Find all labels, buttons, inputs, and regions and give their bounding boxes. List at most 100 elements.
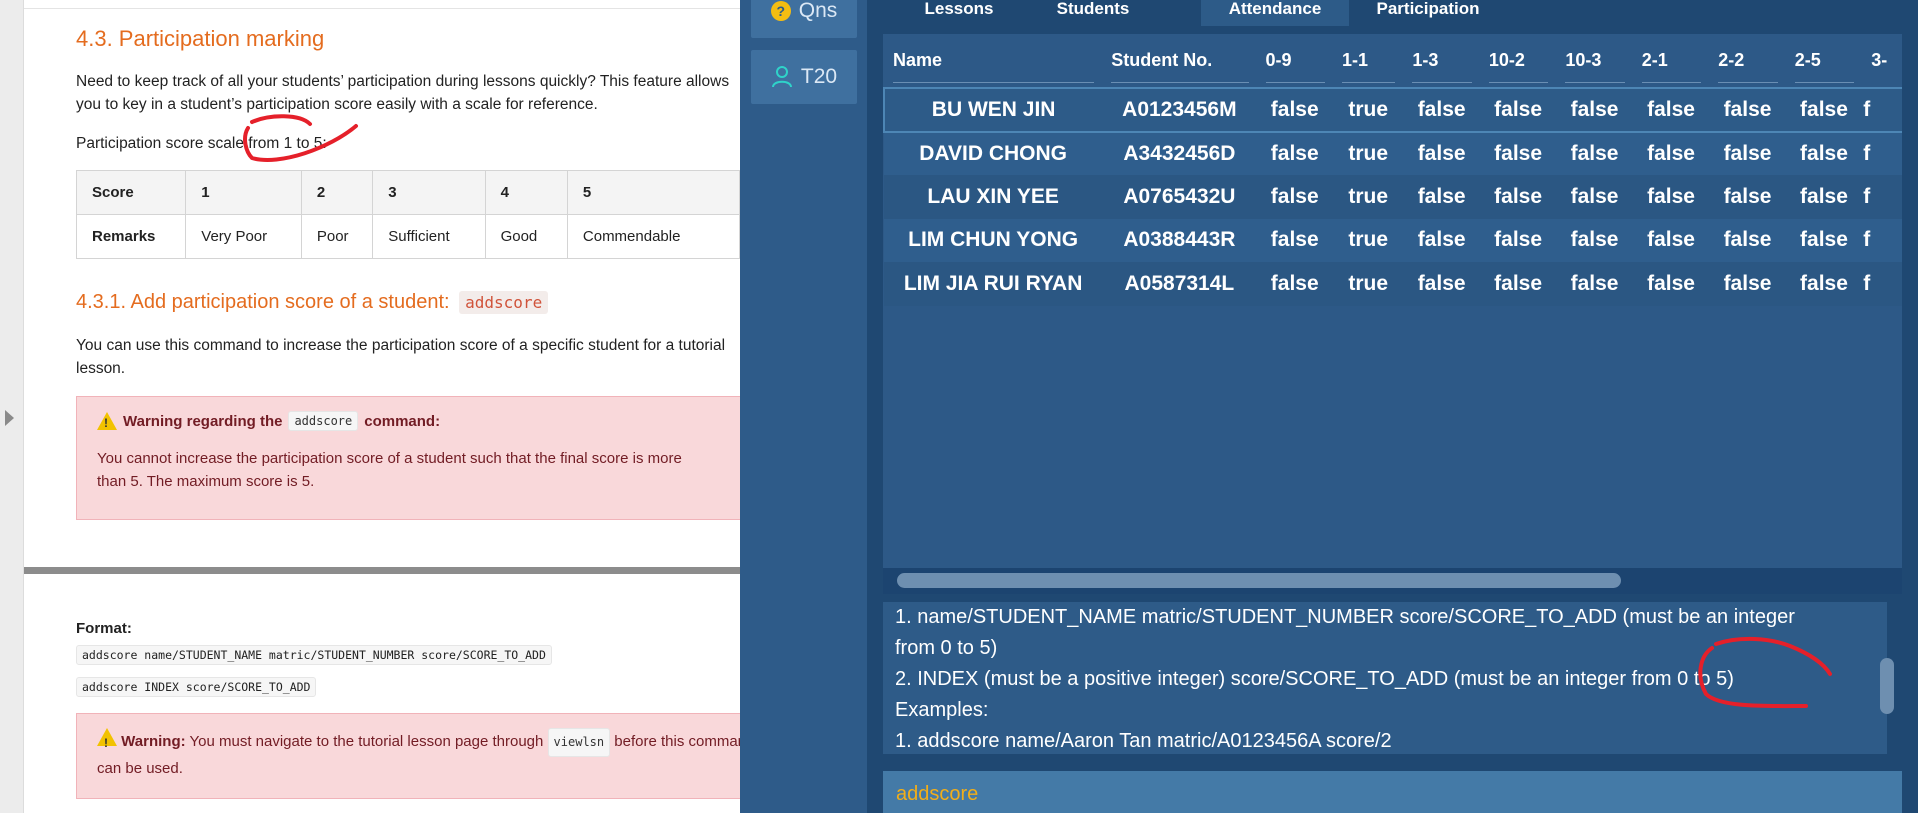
remark-cell: Commendable bbox=[566, 214, 740, 259]
cell-attendance: f bbox=[1862, 262, 1902, 306]
tab-participation[interactable]: Participation bbox=[1353, 0, 1503, 26]
cell-student-no: A0765432U bbox=[1102, 175, 1257, 219]
sidebar-item-qns[interactable]: ? Qns bbox=[751, 0, 857, 38]
score-cell: 4 bbox=[484, 170, 568, 215]
table-row[interactable]: LIM JIA RUI RYAN A0587314L false true fa… bbox=[884, 262, 1902, 306]
cell-attendance: false bbox=[1709, 175, 1786, 219]
tab-students[interactable]: Students bbox=[1031, 0, 1155, 26]
column-header[interactable]: 2-2 bbox=[1709, 34, 1785, 88]
cell-attendance: false bbox=[1256, 131, 1333, 175]
cell-attendance: false bbox=[1785, 131, 1863, 175]
warning-strong: Warning: bbox=[121, 733, 186, 750]
column-header[interactable]: Name bbox=[884, 34, 1102, 88]
cell-attendance: false bbox=[1256, 262, 1333, 306]
format-code-1: addscore name/STUDENT_NAME matric/STUDEN… bbox=[76, 645, 552, 665]
result-display: 1. name/STUDENT_NAME matric/STUDENT_NUMB… bbox=[867, 602, 1918, 756]
cell-name: LIM JIA RUI RYAN bbox=[884, 262, 1103, 306]
person-icon bbox=[771, 66, 792, 88]
warning-code: viewlsn bbox=[547, 728, 611, 757]
attendance-table-panel: Name Student No. 0-9 1-1 1-3 10-2 10-3 2… bbox=[883, 34, 1902, 594]
score-cell: 1 bbox=[185, 170, 302, 215]
cell-attendance: f bbox=[1862, 218, 1902, 262]
warning-triangle-icon bbox=[97, 728, 117, 755]
table-row[interactable]: LAU XIN YEE A0765432U false true false f… bbox=[884, 175, 1902, 219]
cell-attendance: false bbox=[1479, 131, 1557, 175]
cell-attendance: false bbox=[1785, 218, 1863, 262]
vertical-scrollbar[interactable] bbox=[1880, 658, 1894, 714]
cell-attendance: false bbox=[1556, 87, 1633, 133]
cell-attendance: false bbox=[1632, 131, 1710, 175]
column-header[interactable]: 2-1 bbox=[1633, 34, 1709, 88]
result-line: Examples: bbox=[895, 699, 989, 721]
command-description: You can use this command to increase the… bbox=[76, 337, 726, 377]
cell-attendance: false bbox=[1256, 175, 1333, 219]
result-text: 1. name/STUDENT_NAME matric/STUDENT_NUMB… bbox=[883, 602, 1887, 754]
app-main: Lessons Students Attendance Participatio… bbox=[867, 0, 1918, 813]
command-input[interactable]: addscore bbox=[883, 771, 1902, 813]
cell-name: LAU XIN YEE bbox=[884, 175, 1103, 219]
cell-attendance: false bbox=[1403, 218, 1480, 262]
cell-name: BU WEN JIN bbox=[883, 87, 1103, 133]
column-header[interactable]: Student No. bbox=[1102, 34, 1256, 88]
horizontal-scrollbar[interactable] bbox=[883, 568, 1902, 594]
score-cell: 2 bbox=[300, 170, 374, 215]
cell-attendance: false bbox=[1632, 87, 1710, 133]
warning-title-code: addscore bbox=[288, 411, 359, 431]
warning-box-addscore: Warning regarding the addscore command: … bbox=[76, 396, 740, 520]
table-row[interactable]: BU WEN JIN A0123456M false true false fa… bbox=[883, 87, 1902, 133]
column-header[interactable]: 1-3 bbox=[1403, 34, 1479, 88]
cell-attendance: true bbox=[1332, 87, 1404, 133]
remark-cell: Very Poor bbox=[185, 214, 302, 259]
cell-attendance: false bbox=[1256, 218, 1333, 262]
tab-lessons[interactable]: Lessons bbox=[897, 0, 1021, 26]
tab-bar: Lessons Students Attendance Participatio… bbox=[867, 0, 1918, 26]
section-separator bbox=[24, 567, 740, 574]
sidebar-item-t20[interactable]: T20 bbox=[751, 50, 857, 104]
table-row[interactable]: DAVID CHONG A3432456D false true false f… bbox=[884, 131, 1902, 175]
cell-attendance: false bbox=[1709, 87, 1786, 133]
sidebar-item-label: Qns bbox=[798, 0, 838, 22]
cell-attendance: f bbox=[1862, 175, 1902, 219]
cell-attendance: false bbox=[1403, 131, 1480, 175]
format-code-2: addscore INDEX score/SCORE_TO_ADD bbox=[76, 677, 317, 697]
cell-student-no: A3432456D bbox=[1102, 131, 1257, 175]
format-label: Format: bbox=[76, 620, 132, 637]
cell-attendance: f bbox=[1862, 87, 1902, 133]
tab-attendance[interactable]: Attendance bbox=[1201, 0, 1349, 26]
cell-attendance: false bbox=[1556, 218, 1633, 262]
column-header[interactable]: 10-2 bbox=[1480, 34, 1556, 88]
cell-attendance: false bbox=[1403, 87, 1480, 133]
cell-attendance: true bbox=[1332, 131, 1404, 175]
cell-attendance: false bbox=[1479, 262, 1557, 306]
score-table-remarks-row: Remarks Very Poor Poor Sufficient Good C… bbox=[75, 214, 740, 259]
cell-attendance: false bbox=[1632, 175, 1710, 219]
cell-student-no: A0123456M bbox=[1102, 87, 1257, 133]
column-header[interactable]: 0-9 bbox=[1257, 34, 1333, 88]
cell-attendance: false bbox=[1785, 262, 1863, 306]
column-header[interactable]: 10-3 bbox=[1556, 34, 1632, 88]
column-header[interactable]: 1-1 bbox=[1333, 34, 1403, 88]
cell-attendance: false bbox=[1556, 262, 1633, 306]
question-circle-icon: ? bbox=[770, 1, 791, 21]
result-line: 1. name/STUDENT_NAME matric/STUDENT_NUMB… bbox=[895, 606, 1795, 628]
remark-cell: Poor bbox=[300, 214, 374, 259]
cell-attendance: false bbox=[1479, 218, 1557, 262]
score-cell: 5 bbox=[566, 170, 740, 215]
cell-attendance: false bbox=[1556, 175, 1633, 219]
cell-attendance: true bbox=[1332, 175, 1404, 219]
cell-attendance: true bbox=[1332, 262, 1404, 306]
score-cell: Score bbox=[75, 170, 187, 215]
scrollbar-thumb[interactable] bbox=[897, 573, 1621, 588]
column-header[interactable]: 3- bbox=[1862, 34, 1902, 88]
warning-box-navigation: Warning: You must navigate to the tutori… bbox=[76, 713, 740, 799]
result-line: 2. INDEX (must be a positive integer) sc… bbox=[895, 668, 1734, 690]
score-scale-table: Score 1 2 3 4 5 Remarks Very Poor Poor S… bbox=[75, 170, 740, 259]
collapse-arrow-icon[interactable] bbox=[5, 410, 14, 426]
cell-attendance: false bbox=[1632, 262, 1710, 306]
column-header[interactable]: 2-5 bbox=[1786, 34, 1862, 88]
divider bbox=[24, 8, 740, 9]
table-header-row: Name Student No. 0-9 1-1 1-3 10-2 10-3 2… bbox=[884, 34, 1902, 88]
app-sidebar: ? Qns T20 bbox=[740, 0, 867, 813]
table-row[interactable]: LIM CHUN YONG A0388443R false true false… bbox=[884, 218, 1902, 262]
cell-attendance: false bbox=[1709, 218, 1786, 262]
